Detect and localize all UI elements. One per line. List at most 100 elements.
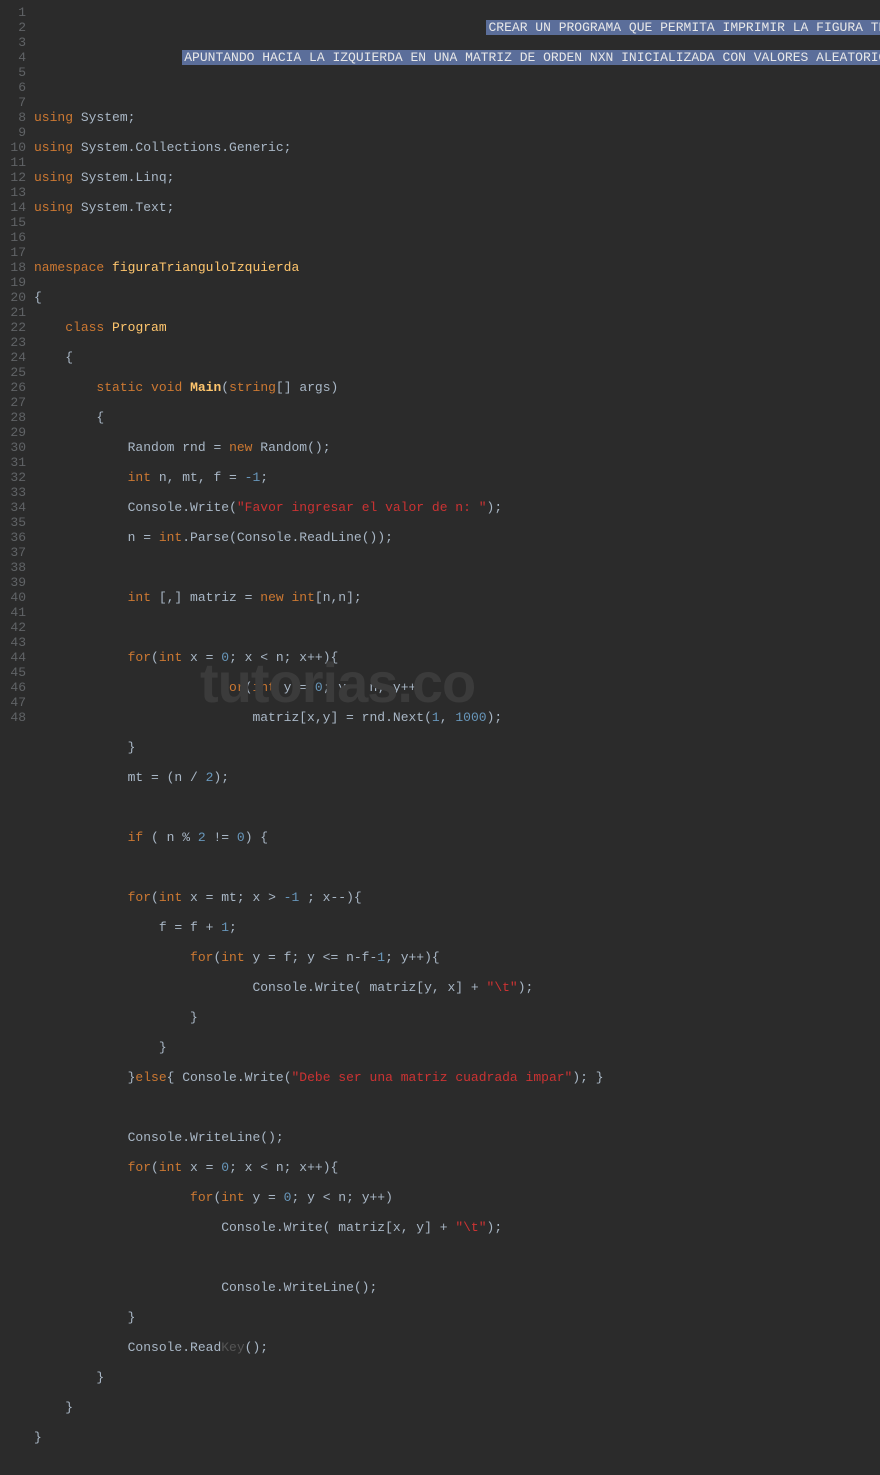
line-number: 35	[0, 515, 26, 530]
code-line: CREAR UN PROGRAMA QUE PERMITA IMPRIMIR L…	[34, 20, 880, 35]
code-line	[34, 800, 880, 815]
code-line: Console.ReadKey();	[34, 1340, 880, 1355]
code-line: {	[34, 410, 880, 425]
line-number: 2	[0, 20, 26, 35]
code-line: APUNTANDO HACIA LA IZQUIERDA EN UNA MATR…	[34, 50, 880, 65]
code-line: Console.Write( matriz[y, x] + "\t");	[34, 980, 880, 995]
code-line: {	[34, 290, 880, 305]
line-number: 38	[0, 560, 26, 575]
code-line: for(int x = 0; x < n; x++){	[34, 650, 880, 665]
line-number: 33	[0, 485, 26, 500]
line-number: 41	[0, 605, 26, 620]
code-area[interactable]: CREAR UN PROGRAMA QUE PERMITA IMPRIMIR L…	[34, 5, 880, 1475]
code-line: using System.Collections.Generic;	[34, 140, 880, 155]
code-line: mt = (n / 2);	[34, 770, 880, 785]
code-line: if ( n % 2 != 0) {	[34, 830, 880, 845]
line-number: 23	[0, 335, 26, 350]
code-line: Console.Write("Favor ingresar el valor d…	[34, 500, 880, 515]
code-line: for(int y = f; y <= n-f-1; y++){	[34, 950, 880, 965]
code-line: Console.WriteLine();	[34, 1130, 880, 1145]
code-line: static void Main(string[] args)	[34, 380, 880, 395]
line-number: 34	[0, 500, 26, 515]
code-line	[34, 230, 880, 245]
line-number: 8	[0, 110, 26, 125]
code-line: }	[34, 1010, 880, 1025]
line-number: 27	[0, 395, 26, 410]
code-line	[34, 860, 880, 875]
line-number: 40	[0, 590, 26, 605]
code-editor[interactable]: 1234567891011121314151617181920212223242…	[0, 0, 880, 1475]
line-number: 26	[0, 380, 26, 395]
code-line: matriz[x,y] = rnd.Next(1, 1000);	[34, 710, 880, 725]
code-line: using System.Text;	[34, 200, 880, 215]
line-number: 39	[0, 575, 26, 590]
code-line	[34, 560, 880, 575]
code-line	[34, 1100, 880, 1115]
line-number: 5	[0, 65, 26, 80]
code-line: for(int x = 0; x < n; x++){	[34, 1160, 880, 1175]
line-number: 9	[0, 125, 26, 140]
comment-header-2: APUNTANDO HACIA LA IZQUIERDA EN UNA MATR…	[182, 50, 880, 65]
code-line: }else{ Console.Write("Debe ser una matri…	[34, 1070, 880, 1085]
line-number: 17	[0, 245, 26, 260]
line-number-gutter: 1234567891011121314151617181920212223242…	[0, 5, 34, 1475]
code-line: Console.WriteLine();	[34, 1280, 880, 1295]
comment-header-1: CREAR UN PROGRAMA QUE PERMITA IMPRIMIR L…	[486, 20, 880, 35]
code-line: for(int y = 0; y < n; y++)	[34, 680, 880, 695]
line-number: 36	[0, 530, 26, 545]
code-line: Random rnd = new Random();	[34, 440, 880, 455]
line-number: 3	[0, 35, 26, 50]
line-number: 18	[0, 260, 26, 275]
line-number: 13	[0, 185, 26, 200]
line-number: 28	[0, 410, 26, 425]
line-number: 46	[0, 680, 26, 695]
code-line	[34, 1250, 880, 1265]
code-line: int n, mt, f = -1;	[34, 470, 880, 485]
line-number: 10	[0, 140, 26, 155]
code-line	[34, 80, 880, 95]
line-number: 11	[0, 155, 26, 170]
code-line	[34, 620, 880, 635]
line-number: 43	[0, 635, 26, 650]
code-line: }	[34, 1310, 880, 1325]
line-number: 22	[0, 320, 26, 335]
code-line: int [,] matriz = new int[n,n];	[34, 590, 880, 605]
line-number: 29	[0, 425, 26, 440]
code-line: namespace figuraTrianguloIzquierda	[34, 260, 880, 275]
line-number: 1	[0, 5, 26, 20]
line-number: 37	[0, 545, 26, 560]
line-number: 48	[0, 710, 26, 725]
line-number: 21	[0, 305, 26, 320]
line-number: 32	[0, 470, 26, 485]
code-line: }	[34, 1370, 880, 1385]
line-number: 6	[0, 80, 26, 95]
code-line: f = f + 1;	[34, 920, 880, 935]
line-number: 31	[0, 455, 26, 470]
code-line: using System.Linq;	[34, 170, 880, 185]
code-line: }	[34, 1430, 880, 1445]
line-number: 16	[0, 230, 26, 245]
line-number: 45	[0, 665, 26, 680]
code-line: class Program	[34, 320, 880, 335]
code-line: for(int x = mt; x > -1 ; x--){	[34, 890, 880, 905]
line-number: 30	[0, 440, 26, 455]
code-line: {	[34, 350, 880, 365]
line-number: 24	[0, 350, 26, 365]
line-number: 20	[0, 290, 26, 305]
code-line: n = int.Parse(Console.ReadLine());	[34, 530, 880, 545]
code-line: using System;	[34, 110, 880, 125]
line-number: 42	[0, 620, 26, 635]
line-number: 4	[0, 50, 26, 65]
line-number: 25	[0, 365, 26, 380]
line-number: 44	[0, 650, 26, 665]
line-number: 14	[0, 200, 26, 215]
code-line: }	[34, 740, 880, 755]
code-line: Console.Write( matriz[x, y] + "\t");	[34, 1220, 880, 1235]
line-number: 19	[0, 275, 26, 290]
line-number: 7	[0, 95, 26, 110]
code-line: }	[34, 1400, 880, 1415]
line-number: 15	[0, 215, 26, 230]
line-number: 47	[0, 695, 26, 710]
line-number: 12	[0, 170, 26, 185]
code-line: for(int y = 0; y < n; y++)	[34, 1190, 880, 1205]
